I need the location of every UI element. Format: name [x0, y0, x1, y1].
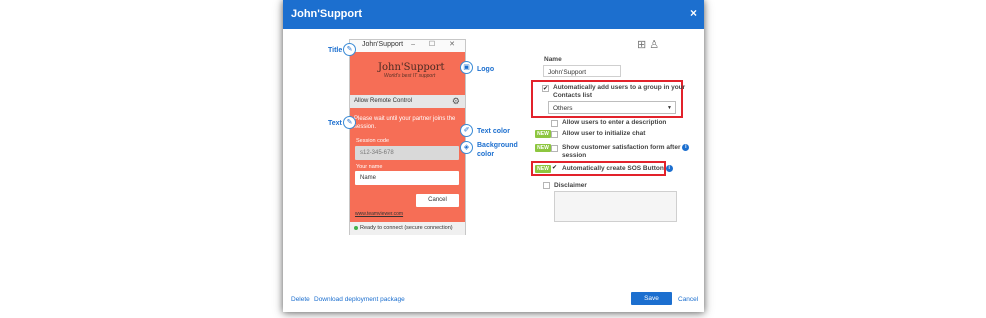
quicksupport-preview: John'Support – ☐ ✕ John'Support World's …: [349, 39, 466, 235]
annotation-text[interactable]: ✎: [343, 116, 356, 129]
sos-button-checkbox[interactable]: ✔: [551, 165, 558, 172]
name-input[interactable]: John'Support: [543, 65, 621, 77]
close-icon[interactable]: ×: [690, 6, 697, 20]
os-icons: ⊞♙: [637, 38, 662, 51]
new-badge: NEW: [535, 144, 551, 152]
preview-window-title: John'Support: [362, 41, 404, 48]
annotation-text-label: Text: [328, 120, 342, 127]
dialog-titlebar: John'Support ×: [283, 0, 704, 29]
info-icon[interactable]: i: [682, 144, 690, 151]
add-to-group-label-1: Automatically add users to a group in yo…: [553, 84, 686, 91]
group-select-value: Others: [553, 105, 573, 112]
preview-remote-control-bar: Allow Remote Control ⚙: [350, 95, 465, 108]
preview-status-bar: Ready to connect (secure connection): [350, 222, 465, 235]
disclaimer-textarea[interactable]: [554, 191, 677, 222]
chevron-down-icon: ▼: [667, 105, 672, 111]
preview-titlebar: John'Support – ☐ ✕: [350, 40, 465, 52]
preview-window-controls: – ☐ ✕: [411, 41, 461, 48]
allow-chat-checkbox[interactable]: [551, 131, 558, 138]
annotation-background-color[interactable]: ◈: [460, 141, 473, 154]
new-badge: NEW: [535, 130, 551, 138]
linux-icon[interactable]: ♙: [649, 39, 662, 51]
cancel-link[interactable]: Cancel: [678, 296, 698, 303]
allow-chat-label: Allow user to initialize chat: [562, 130, 646, 137]
preview-cancel-button: Cancel: [416, 194, 459, 207]
gear-icon: ⚙: [451, 96, 460, 106]
add-to-group-checkbox[interactable]: ✔: [542, 85, 549, 92]
preview-body-text: Please wait until your partner joins the…: [354, 116, 456, 130]
pencil-icon: ✎: [343, 43, 356, 56]
annotation-title-label: Title: [328, 47, 343, 54]
preview-logo-text: John'Support: [378, 62, 445, 73]
pencil-icon: ✎: [343, 116, 356, 129]
annotation-background-color-label-2: color: [477, 151, 495, 158]
paint-bucket-icon: ◈: [460, 141, 473, 154]
annotation-text-color[interactable]: ✐: [460, 124, 473, 137]
group-select[interactable]: Others ▼: [548, 101, 676, 114]
brush-icon: ✐: [460, 124, 473, 137]
sos-button-label: Automatically create SOS Button i: [562, 165, 673, 173]
annotation-title[interactable]: ✎: [343, 43, 356, 56]
preview-session-code-field: s12-345-678: [355, 146, 459, 160]
preview-teamviewer-link: www.teamviewer.com: [355, 211, 404, 217]
preview-remote-control-label: Allow Remote Control: [354, 98, 413, 104]
satisfaction-label-2: session: [562, 152, 587, 159]
name-label: Name: [544, 56, 562, 63]
download-deployment-link[interactable]: Download deployment package: [314, 296, 405, 303]
annotation-text-color-label: Text color: [477, 128, 510, 135]
dialog-title: John'Support: [291, 8, 363, 20]
allow-description-checkbox[interactable]: [551, 120, 558, 127]
satisfaction-text: Show customer satisfaction form after: [562, 144, 681, 152]
customize-dialog: John'Support × John'Support – ☐ ✕ John'S…: [283, 0, 704, 312]
new-badge: NEW: [535, 165, 551, 173]
status-dot-icon: [354, 226, 358, 230]
allow-description-label: Allow users to enter a description: [562, 119, 667, 126]
info-icon[interactable]: i: [665, 165, 673, 172]
annotation-logo[interactable]: ▣: [460, 61, 473, 74]
image-icon: ▣: [460, 61, 473, 74]
satisfaction-checkbox[interactable]: [551, 145, 558, 152]
sos-button-text: Automatically create SOS Button: [562, 165, 664, 173]
add-to-group-label-2: Contacts list: [553, 92, 593, 99]
preview-logo-tagline: World's best IT support: [384, 73, 436, 79]
preview-status-text: Ready to connect (secure connection): [360, 225, 453, 231]
annotation-background-color-label-1: Background: [477, 142, 518, 149]
windows-icon[interactable]: ⊞: [637, 39, 649, 51]
delete-link[interactable]: Delete: [291, 296, 310, 303]
disclaimer-checkbox[interactable]: [543, 182, 550, 189]
preview-session-code-label: Session code: [356, 138, 390, 144]
annotation-logo-label: Logo: [477, 66, 495, 73]
satisfaction-label-1: Show customer satisfaction form after i: [562, 144, 690, 152]
preview-your-name-label: Your name: [356, 164, 383, 170]
disclaimer-label: Disclaimer: [554, 182, 587, 189]
preview-name-field: Name: [355, 171, 459, 185]
save-button[interactable]: Save: [631, 292, 672, 305]
